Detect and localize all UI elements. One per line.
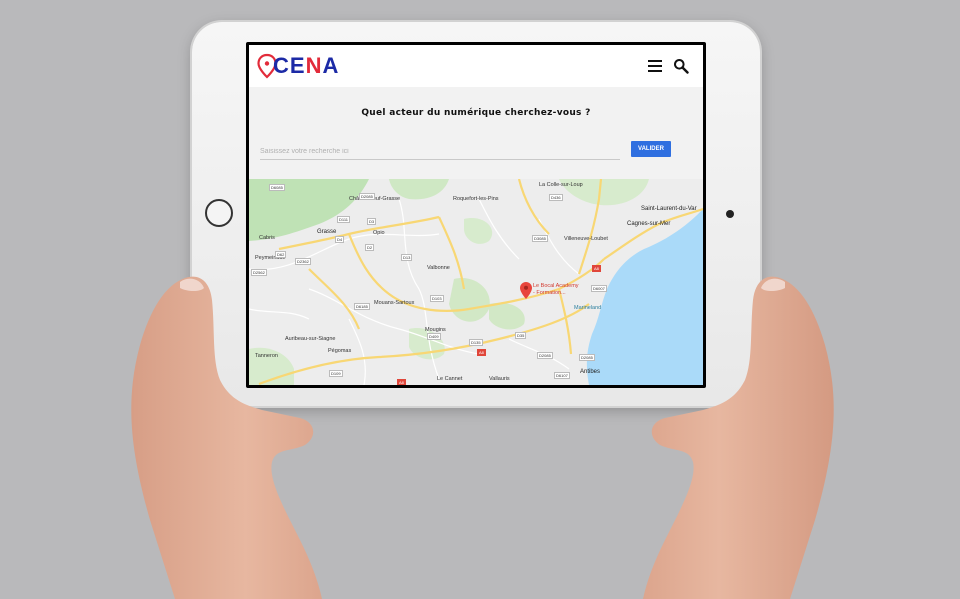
left-hand [131, 276, 322, 599]
right-hand [643, 276, 834, 599]
hands-illustration [131, 276, 834, 599]
